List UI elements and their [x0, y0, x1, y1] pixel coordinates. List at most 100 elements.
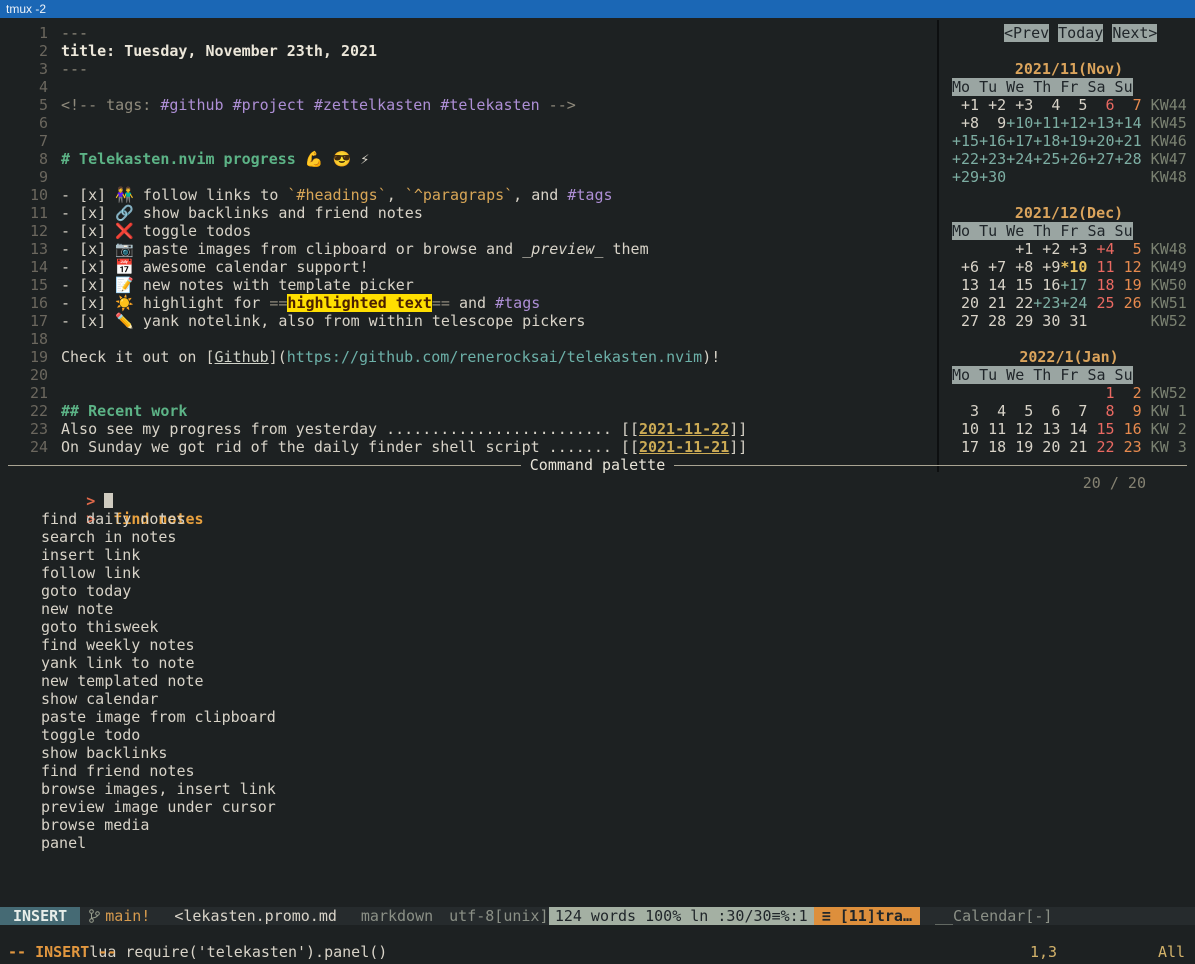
- palette-item[interactable]: new templated note: [8, 672, 1187, 690]
- calendar-day[interactable]: 5: [1060, 96, 1087, 114]
- calendar-day[interactable]: +26: [1060, 150, 1087, 168]
- editor-line[interactable]: 2title: Tuesday, November 23th, 2021: [8, 42, 933, 60]
- calendar-day[interactable]: 15: [1006, 276, 1033, 294]
- editor-line[interactable]: 18: [8, 330, 933, 348]
- calendar-day[interactable]: 14: [979, 276, 1006, 294]
- calendar-day[interactable]: +24: [1060, 294, 1087, 312]
- calendar-day[interactable]: 20: [1033, 438, 1060, 456]
- calendar-day[interactable]: 5: [1115, 240, 1142, 258]
- calendar-day[interactable]: +21: [1115, 132, 1142, 150]
- calendar-next-button[interactable]: Next>: [1112, 24, 1157, 42]
- calendar-day[interactable]: +12: [1060, 114, 1087, 132]
- calendar-day[interactable]: 8: [1087, 402, 1114, 420]
- palette-item[interactable]: show calendar: [8, 690, 1187, 708]
- calendar-day[interactable]: +10: [1006, 114, 1033, 132]
- calendar-day[interactable]: +1: [1006, 240, 1033, 258]
- calendar-day[interactable]: 25: [1087, 294, 1114, 312]
- palette-item[interactable]: browse media: [8, 816, 1187, 834]
- calendar-day[interactable]: 20: [952, 294, 979, 312]
- editor-line[interactable]: 4: [8, 78, 933, 96]
- calendar-day[interactable]: +8: [952, 114, 979, 132]
- calendar-day[interactable]: 18: [1087, 276, 1114, 294]
- editor-line[interactable]: 5<!-- tags: #github #project #zettelkast…: [8, 96, 933, 114]
- calendar-day[interactable]: 9: [1115, 402, 1142, 420]
- editor-line[interactable]: 16- [x] ☀️ highlight for ==highlighted t…: [8, 294, 933, 312]
- editor-line[interactable]: 7: [8, 132, 933, 150]
- calendar-day[interactable]: 5: [1006, 402, 1033, 420]
- palette-item-selected[interactable]: >find notes: [8, 492, 1187, 510]
- calendar-day[interactable]: 15: [1087, 420, 1114, 438]
- calendar-day[interactable]: 11: [1087, 258, 1114, 276]
- calendar-day[interactable]: 13: [952, 276, 979, 294]
- calendar-day[interactable]: +19: [1060, 132, 1087, 150]
- calendar-day[interactable]: +17: [1006, 132, 1033, 150]
- editor-line[interactable]: 10- [x] 👫 follow links to `#headings`, `…: [8, 186, 933, 204]
- palette-item[interactable]: panel: [8, 834, 1187, 852]
- calendar-day[interactable]: +20: [1087, 132, 1114, 150]
- calendar-day[interactable]: 13: [1033, 420, 1060, 438]
- calendar-day[interactable]: 30: [1033, 312, 1060, 330]
- calendar-day[interactable]: +15: [952, 132, 979, 150]
- calendar-day[interactable]: +18: [1033, 132, 1060, 150]
- calendar-today-button[interactable]: Today: [1058, 24, 1103, 42]
- editor-line[interactable]: 1---: [8, 24, 933, 42]
- editor-line[interactable]: 11- [x] 🔗 show backlinks and friend note…: [8, 204, 933, 222]
- calendar-day[interactable]: 7: [1060, 402, 1087, 420]
- calendar-day[interactable]: 11: [979, 420, 1006, 438]
- editor-line[interactable]: 23Also see my progress from yesterday ..…: [8, 420, 933, 438]
- calendar-day[interactable]: +11: [1033, 114, 1060, 132]
- calendar-day[interactable]: +23: [1033, 294, 1060, 312]
- palette-item[interactable]: yank link to note: [8, 654, 1187, 672]
- calendar-day[interactable]: *10: [1060, 258, 1087, 276]
- calendar-day[interactable]: +17: [1060, 276, 1087, 294]
- calendar-day[interactable]: +16: [979, 132, 1006, 150]
- calendar-day[interactable]: +30: [979, 168, 1006, 186]
- calendar-day[interactable]: +13: [1087, 114, 1114, 132]
- calendar-day[interactable]: +2: [979, 96, 1006, 114]
- calendar-day[interactable]: 12: [1115, 258, 1142, 276]
- calendar-day[interactable]: 22: [1006, 294, 1033, 312]
- palette-prompt-input[interactable]: > 20 / 20: [8, 474, 1187, 492]
- calendar-day[interactable]: +8: [1006, 258, 1033, 276]
- calendar-day[interactable]: +3: [1060, 240, 1087, 258]
- calendar-day[interactable]: 31: [1060, 312, 1087, 330]
- palette-item[interactable]: find daily notes: [8, 510, 1187, 528]
- calendar-day[interactable]: +28: [1115, 150, 1142, 168]
- calendar-day[interactable]: 19: [1006, 438, 1033, 456]
- calendar-day[interactable]: 21: [979, 294, 1006, 312]
- editor-line[interactable]: 17- [x] ✏️ yank notelink, also from with…: [8, 312, 933, 330]
- calendar-day[interactable]: +6: [952, 258, 979, 276]
- calendar-day[interactable]: +24: [1006, 150, 1033, 168]
- calendar-day[interactable]: 6: [1033, 402, 1060, 420]
- editor-line[interactable]: 6: [8, 114, 933, 132]
- command-line[interactable]: :lua require('telekasten').panel(): [0, 925, 1195, 943]
- calendar-day[interactable]: 22: [1087, 438, 1114, 456]
- calendar-day[interactable]: 16: [1115, 420, 1142, 438]
- calendar-day[interactable]: 1: [1087, 384, 1114, 402]
- calendar-day[interactable]: 14: [1060, 420, 1087, 438]
- editor-line[interactable]: 21: [8, 384, 933, 402]
- editor-line[interactable]: 22## Recent work: [8, 402, 933, 420]
- editor-line[interactable]: 13- [x] 📷 paste images from clipboard or…: [8, 240, 933, 258]
- calendar-day[interactable]: 23: [1115, 438, 1142, 456]
- palette-item[interactable]: find weekly notes: [8, 636, 1187, 654]
- palette-item[interactable]: goto today: [8, 582, 1187, 600]
- calendar-day[interactable]: 26: [1115, 294, 1142, 312]
- calendar-day[interactable]: +22: [952, 150, 979, 168]
- calendar-prev-button[interactable]: <Prev: [1004, 24, 1049, 42]
- calendar-day[interactable]: +25: [1033, 150, 1060, 168]
- calendar-day[interactable]: +29: [952, 168, 979, 186]
- palette-item[interactable]: paste image from clipboard: [8, 708, 1187, 726]
- calendar-day[interactable]: 3: [952, 402, 979, 420]
- calendar-day[interactable]: +1: [952, 96, 979, 114]
- calendar-day[interactable]: +14: [1115, 114, 1142, 132]
- calendar-day[interactable]: +23: [979, 150, 1006, 168]
- calendar-day[interactable]: +2: [1033, 240, 1060, 258]
- palette-item[interactable]: search in notes: [8, 528, 1187, 546]
- calendar-day[interactable]: 12: [1006, 420, 1033, 438]
- calendar-day[interactable]: 17: [952, 438, 979, 456]
- calendar-day[interactable]: 4: [979, 402, 1006, 420]
- editor-buffer[interactable]: 1---2title: Tuesday, November 23th, 2021…: [8, 24, 933, 456]
- calendar-day[interactable]: 28: [979, 312, 1006, 330]
- palette-item[interactable]: toggle todo: [8, 726, 1187, 744]
